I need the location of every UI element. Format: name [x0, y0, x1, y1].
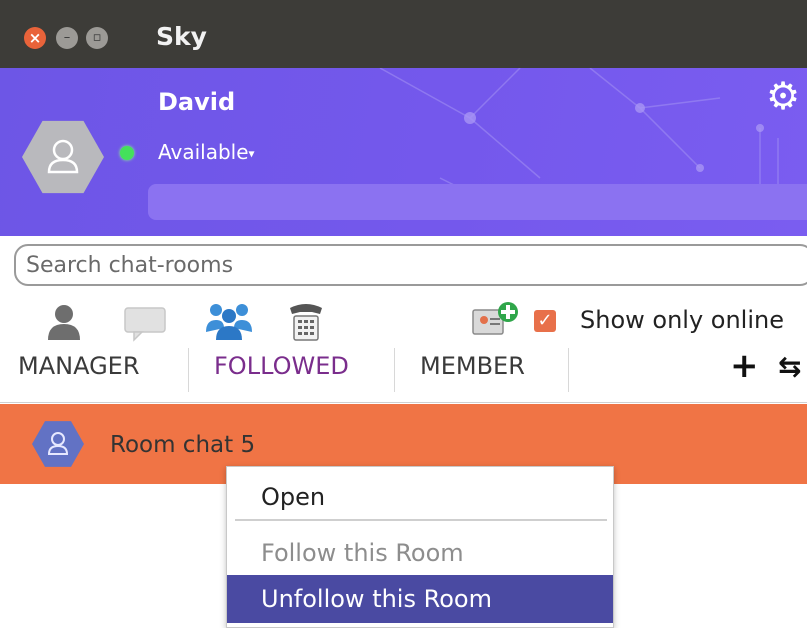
- maximize-icon: ▫: [92, 30, 102, 45]
- profile-header: David Available▾ ⚙: [0, 68, 807, 236]
- show-online-label: Show only online: [580, 306, 784, 334]
- status-message-field[interactable]: [148, 184, 807, 220]
- window-close-button[interactable]: ×: [24, 27, 46, 49]
- status-label: Available: [158, 140, 249, 164]
- menu-item-unfollow-room[interactable]: Unfollow this Room: [227, 575, 613, 623]
- chat-bubble-icon[interactable]: [122, 300, 168, 342]
- tab-separator: [394, 348, 395, 392]
- window-title: Sky: [156, 22, 207, 51]
- status-dropdown[interactable]: Available▾: [158, 140, 255, 164]
- room-user-icon: [47, 432, 69, 455]
- room-name: Room chat 5: [110, 432, 256, 458]
- chevron-down-icon: ▾: [248, 146, 255, 161]
- tab-member[interactable]: MEMBER: [420, 352, 525, 380]
- online-status-dot: [120, 146, 134, 160]
- tab-separator: [188, 348, 189, 392]
- minimize-icon: –: [63, 30, 71, 45]
- tabs-divider: [0, 402, 807, 403]
- menu-item-follow-room[interactable]: Follow this Room: [227, 533, 613, 573]
- phone-icon[interactable]: [284, 300, 328, 342]
- room-avatar: [32, 421, 84, 467]
- tab-separator: [568, 348, 569, 392]
- close-icon: ×: [28, 29, 42, 47]
- context-menu: Open Follow this Room Unfollow this Room: [226, 466, 614, 628]
- group-icon[interactable]: [204, 300, 254, 342]
- add-contact-icon[interactable]: [470, 300, 520, 342]
- search-input[interactable]: [14, 244, 807, 286]
- contact-icon[interactable]: [44, 300, 84, 342]
- sync-icon[interactable]: ⇆: [778, 350, 801, 383]
- window-minimize-button[interactable]: –: [56, 27, 78, 49]
- tab-manager[interactable]: MANAGER: [18, 352, 140, 380]
- window-titlebar: × – ▫ Sky: [0, 0, 807, 68]
- menu-separator: [235, 519, 607, 521]
- menu-item-open[interactable]: Open: [227, 477, 613, 517]
- show-online-checkbox[interactable]: ✓: [534, 310, 556, 332]
- add-icon[interactable]: +: [730, 346, 759, 386]
- gear-icon[interactable]: ⚙: [766, 76, 800, 116]
- user-name: David: [158, 88, 236, 116]
- tab-followed[interactable]: FOLLOWED: [214, 352, 349, 380]
- window-maximize-button[interactable]: ▫: [86, 27, 108, 49]
